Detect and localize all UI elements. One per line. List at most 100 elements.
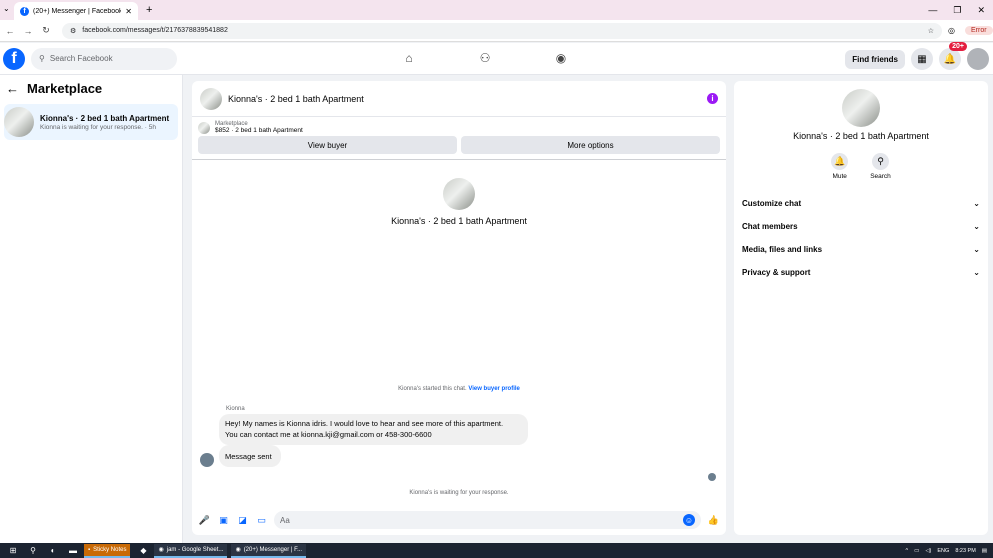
file-explorer-icon[interactable]: ▬	[66, 545, 80, 557]
section-chat-members[interactable]: Chat members ⌄	[734, 215, 988, 238]
chevron-down-icon: ⌄	[973, 222, 980, 231]
tray-chevron-icon[interactable]: ^	[906, 548, 909, 554]
search-label: Search	[870, 173, 891, 180]
notification-center-icon[interactable]: ▤	[982, 548, 987, 554]
network-icon[interactable]: ▭	[914, 548, 919, 554]
search-placeholder: Search Facebook	[49, 54, 113, 63]
new-tab-button[interactable]: +	[146, 4, 152, 16]
site-info-icon[interactable]: ⚙	[70, 27, 76, 35]
back-arrow-icon[interactable]: ←	[6, 81, 19, 96]
windows-taskbar: ⊞ ⚲ ◐ ▬ ▪ Sticky Notes ◆ ◉ jam - Google …	[0, 543, 993, 558]
view-buyer-profile-link[interactable]: View buyer profile	[468, 386, 520, 392]
message-line: You can contact me at kionna.kji@gmail.c…	[225, 429, 432, 439]
chat-started-note: Kionna's started this chat. View buyer p…	[192, 386, 726, 392]
facebook-search-input[interactable]: ⚲ Search Facebook	[31, 47, 177, 70]
language-indicator[interactable]: ENG	[937, 548, 949, 554]
listing-price-title: $852 · 2 bed 1 bath Apartment	[215, 127, 303, 134]
marketplace-sidebar: ← Marketplace Kionna's · 2 bed 1 bath Ap…	[0, 75, 183, 543]
friends-icon[interactable]: ⚇	[476, 49, 494, 67]
system-tray: ^ ▭ ◁) ENG 8:23 PM ▤	[906, 543, 987, 558]
taskbar-app-sheets[interactable]: ◉ jam - Google Sheet...	[154, 543, 228, 558]
tab-list-chevron-icon[interactable]: ⌄	[3, 4, 10, 13]
taskbar-search-icon[interactable]: ⚲	[26, 545, 40, 557]
close-tab-icon[interactable]: ✕	[125, 7, 132, 16]
message-sent-bubble[interactable]: Message sent	[219, 445, 281, 467]
section-customize-chat[interactable]: Customize chat ⌄	[734, 192, 988, 215]
section-label: Media, files and links	[742, 245, 823, 254]
notifications-bell-icon[interactable]: 🔔 20+	[939, 42, 967, 70]
emoji-icon[interactable]: ☺	[683, 514, 695, 526]
listing-thumbnail	[4, 107, 34, 137]
menu-grid-icon[interactable]: ▦	[911, 48, 933, 70]
seen-avatar	[708, 473, 716, 481]
address-bar: ← → ↻ ⚙ facebook.com/messages/t/21763788…	[0, 20, 993, 42]
app-icon[interactable]: ◆	[136, 545, 150, 557]
section-label: Customize chat	[742, 199, 802, 208]
chrome-icon: ◉	[158, 547, 164, 553]
sticky-notes-icon: ▪	[88, 546, 91, 553]
divider	[192, 159, 726, 160]
volume-icon[interactable]: ◁)	[925, 548, 931, 554]
home-icon[interactable]: ⌂	[400, 49, 418, 67]
photo-icon[interactable]: ▣	[217, 514, 230, 527]
details-avatar	[842, 89, 880, 127]
conversation-item[interactable]: Kionna's · 2 bed 1 bath Apartment Kionna…	[4, 104, 178, 140]
taskbar-app-label: (20+) Messenger | F...	[243, 546, 303, 553]
microphone-icon[interactable]: 🎤	[198, 514, 211, 527]
chat-avatar[interactable]	[200, 87, 222, 110]
chevron-down-icon: ⌄	[973, 199, 980, 208]
back-icon[interactable]: ←	[2, 26, 18, 36]
chrome-icon: ◉	[235, 547, 241, 553]
section-privacy-support[interactable]: Privacy & support ⌄	[734, 261, 988, 284]
sticker-icon[interactable]: ◪	[236, 514, 249, 527]
chat-header: Kionna's · 2 bed 1 bath Apartment i	[192, 81, 726, 117]
windows-start-icon[interactable]: ⊞	[6, 545, 20, 557]
conversation-preview: Kionna is waiting for your response. · 5…	[40, 123, 156, 131]
reload-icon[interactable]: ↻	[38, 25, 54, 36]
edge-icon[interactable]: ◐	[46, 545, 60, 557]
facebook-top-bar: f ⚲ Search Facebook ⌂ ⚇ ◉ Find friends ▦…	[0, 42, 993, 75]
groups-icon[interactable]: ◉	[552, 49, 570, 67]
account-avatar[interactable]	[967, 48, 989, 70]
search-icon: ⚲	[39, 54, 45, 63]
facebook-icon: f	[20, 6, 29, 16]
mute-button[interactable]: 🔔 Mute	[831, 153, 849, 180]
message-input[interactable]: Aa	[274, 511, 701, 529]
sender-avatar[interactable]	[200, 453, 214, 467]
browser-tab-messenger[interactable]: f (20+) Messenger | Facebook ✕	[14, 2, 138, 20]
view-buyer-button[interactable]: View buyer	[198, 136, 457, 154]
minimize-icon[interactable]: —	[928, 5, 937, 15]
search-button[interactable]: ⚲ Search	[870, 153, 891, 180]
tab-title: (20+) Messenger | Facebook	[33, 7, 122, 15]
section-label: Chat members	[742, 222, 798, 231]
message-line: Hey! My names is Kionna idris. I would l…	[225, 419, 504, 428]
close-window-icon[interactable]: ✕	[977, 5, 985, 16]
conversation-name: Kionna's · 2 bed 1 bath Apartment	[40, 113, 170, 123]
started-text: Kionna's started this chat.	[398, 386, 467, 392]
waiting-note: Kionna's is waiting for your response.	[409, 490, 509, 496]
search-icon: ⚲	[871, 153, 889, 170]
bookmark-star-icon[interactable]: ☆	[928, 27, 934, 35]
taskbar-app-sticky-notes[interactable]: ▪ Sticky Notes	[84, 543, 131, 558]
listing-summary: Marketplace $852 · 2 bed 1 bath Apartmen…	[192, 117, 726, 136]
forward-icon[interactable]: →	[20, 26, 36, 36]
more-options-button[interactable]: More options	[461, 136, 720, 154]
chat-title[interactable]: Kionna's · 2 bed 1 bath Apartment	[228, 94, 701, 104]
message-bubble[interactable]: Hey! My names is Kionna idris. I would l…	[219, 414, 528, 445]
section-label: Privacy & support	[742, 268, 811, 277]
sender-name: Kionna	[226, 406, 245, 412]
facebook-logo-icon[interactable]: f	[3, 47, 25, 70]
taskbar-app-messenger[interactable]: ◉ (20+) Messenger | F...	[231, 543, 307, 558]
main-nav: ⌂ ⚇ ◉	[400, 49, 570, 67]
conversation-info-icon[interactable]: i	[707, 93, 718, 104]
url-field[interactable]: ⚙ facebook.com/messages/t/21763788395418…	[62, 22, 942, 39]
section-media-files-links[interactable]: Media, files and links ⌄	[734, 238, 988, 261]
clock[interactable]: 8:23 PM	[955, 548, 975, 554]
like-thumb-icon[interactable]: 👍	[707, 514, 720, 527]
error-pill[interactable]: Error	[964, 26, 993, 35]
chevron-down-icon: ⌄	[973, 245, 980, 254]
restore-icon[interactable]: ❐	[953, 5, 961, 16]
gif-icon[interactable]: ▭	[255, 514, 268, 527]
find-friends-button[interactable]: Find friends	[845, 49, 905, 69]
profile-icon[interactable]: ◎	[948, 26, 955, 35]
